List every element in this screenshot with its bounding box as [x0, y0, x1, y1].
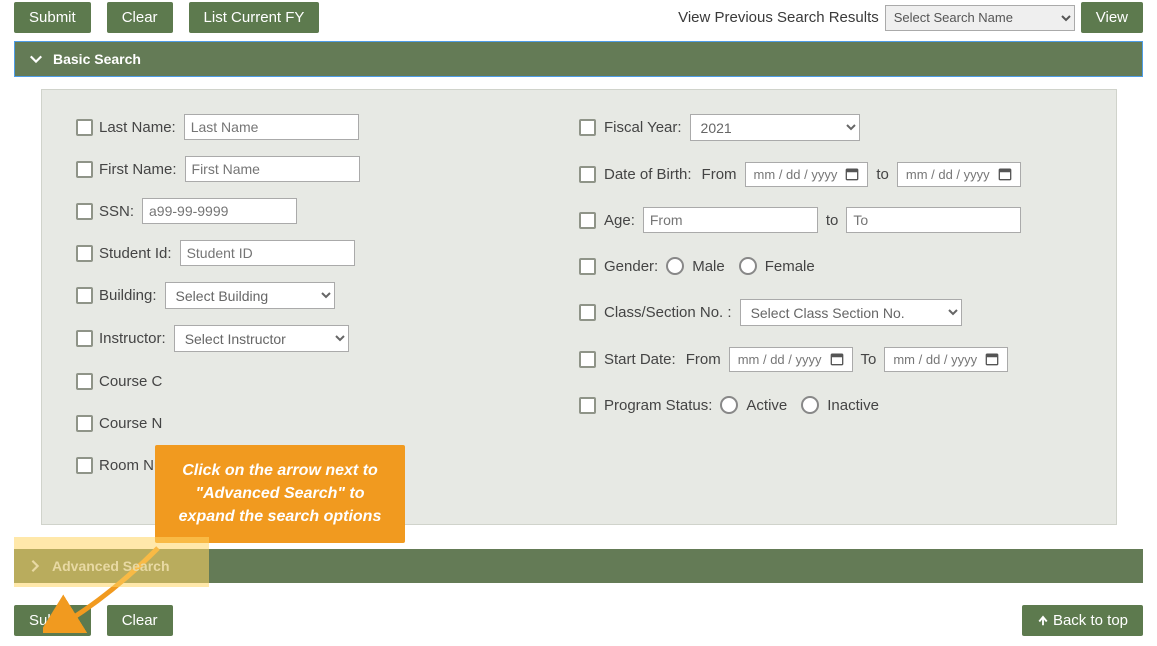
- previous-search-label: View Previous Search Results: [678, 9, 879, 26]
- course-c-checkbox[interactable]: [76, 373, 93, 390]
- arrow-up-icon: [1037, 614, 1049, 626]
- course-c-label: Course C: [99, 373, 162, 390]
- ssn-label: SSN:: [99, 203, 134, 220]
- last-name-input[interactable]: [184, 114, 359, 140]
- instructor-label: Instructor:: [99, 330, 166, 347]
- fiscal-year-select[interactable]: 2021: [690, 114, 860, 141]
- program-active-label: Active: [746, 397, 787, 414]
- program-status-checkbox[interactable]: [579, 397, 596, 414]
- start-date-checkbox[interactable]: [579, 351, 596, 368]
- ssn-input[interactable]: [142, 198, 297, 224]
- basic-search-header[interactable]: Basic Search: [14, 41, 1143, 77]
- start-date-to-label: To: [861, 351, 877, 368]
- instructor-checkbox[interactable]: [76, 330, 93, 347]
- chevron-right-icon: [28, 559, 42, 573]
- chevron-down-icon: [29, 52, 43, 66]
- fiscal-year-label: Fiscal Year:: [604, 119, 682, 136]
- basic-search-title: Basic Search: [53, 51, 141, 67]
- student-id-checkbox[interactable]: [76, 245, 93, 262]
- ssn-checkbox[interactable]: [76, 203, 93, 220]
- gender-label: Gender:: [604, 258, 658, 275]
- student-id-input[interactable]: [180, 240, 355, 266]
- calendar-icon: [845, 167, 859, 181]
- advanced-search-header[interactable]: Advanced Search: [14, 549, 1143, 583]
- age-label: Age:: [604, 212, 635, 229]
- class-section-checkbox[interactable]: [579, 304, 596, 321]
- class-section-select[interactable]: Select Class Section No.: [740, 299, 962, 326]
- search-name-select[interactable]: Select Search Name: [885, 5, 1075, 31]
- age-to-input[interactable]: [846, 207, 1021, 233]
- instructor-select[interactable]: Select Instructor: [174, 325, 349, 352]
- dob-label: Date of Birth:: [604, 166, 692, 183]
- calendar-icon: [985, 352, 999, 366]
- program-inactive-radio[interactable]: [801, 396, 819, 414]
- gender-checkbox[interactable]: [579, 258, 596, 275]
- dob-to-input[interactable]: mm / dd / yyyy: [897, 162, 1021, 187]
- tutorial-arrow-icon: [43, 543, 163, 633]
- view-button[interactable]: View: [1081, 2, 1143, 33]
- dob-to-label: to: [876, 166, 889, 183]
- room-number-checkbox[interactable]: [76, 457, 93, 474]
- gender-male-label: Male: [692, 258, 725, 275]
- dob-checkbox[interactable]: [579, 166, 596, 183]
- submit-button-top[interactable]: Submit: [14, 2, 91, 33]
- age-checkbox[interactable]: [579, 212, 596, 229]
- first-name-input[interactable]: [185, 156, 360, 182]
- first-name-checkbox[interactable]: [76, 161, 93, 178]
- fiscal-year-checkbox[interactable]: [579, 119, 596, 136]
- calendar-icon: [998, 167, 1012, 181]
- start-date-label: Start Date:: [604, 351, 676, 368]
- dob-from-label: From: [702, 166, 737, 183]
- gender-female-radio[interactable]: [739, 257, 757, 275]
- advanced-search-title: Advanced Search: [52, 558, 170, 574]
- building-select[interactable]: Select Building: [165, 282, 335, 309]
- building-label: Building:: [99, 287, 157, 304]
- start-date-from-label: From: [686, 351, 721, 368]
- last-name-label: Last Name:: [99, 119, 176, 136]
- program-inactive-label: Inactive: [827, 397, 879, 414]
- start-date-to-input[interactable]: mm / dd / yyyy: [884, 347, 1008, 372]
- calendar-icon: [830, 352, 844, 366]
- age-from-input[interactable]: [643, 207, 818, 233]
- first-name-label: First Name:: [99, 161, 177, 178]
- class-section-label: Class/Section No. :: [604, 304, 732, 321]
- list-current-fy-button[interactable]: List Current FY: [189, 2, 320, 33]
- dob-from-input[interactable]: mm / dd / yyyy: [745, 162, 869, 187]
- program-active-radio[interactable]: [720, 396, 738, 414]
- age-to-label: to: [826, 212, 839, 229]
- course-n-checkbox[interactable]: [76, 415, 93, 432]
- program-status-label: Program Status:: [604, 397, 712, 414]
- building-checkbox[interactable]: [76, 287, 93, 304]
- gender-male-radio[interactable]: [666, 257, 684, 275]
- tutorial-tooltip: Click on the arrow next to "Advanced Sea…: [155, 445, 405, 543]
- course-n-label: Course N: [99, 415, 162, 432]
- last-name-checkbox[interactable]: [76, 119, 93, 136]
- gender-female-label: Female: [765, 258, 815, 275]
- back-to-top-button[interactable]: Back to top: [1022, 605, 1143, 636]
- clear-button-top[interactable]: Clear: [107, 2, 173, 33]
- student-id-label: Student Id:: [99, 245, 172, 262]
- start-date-from-input[interactable]: mm / dd / yyyy: [729, 347, 853, 372]
